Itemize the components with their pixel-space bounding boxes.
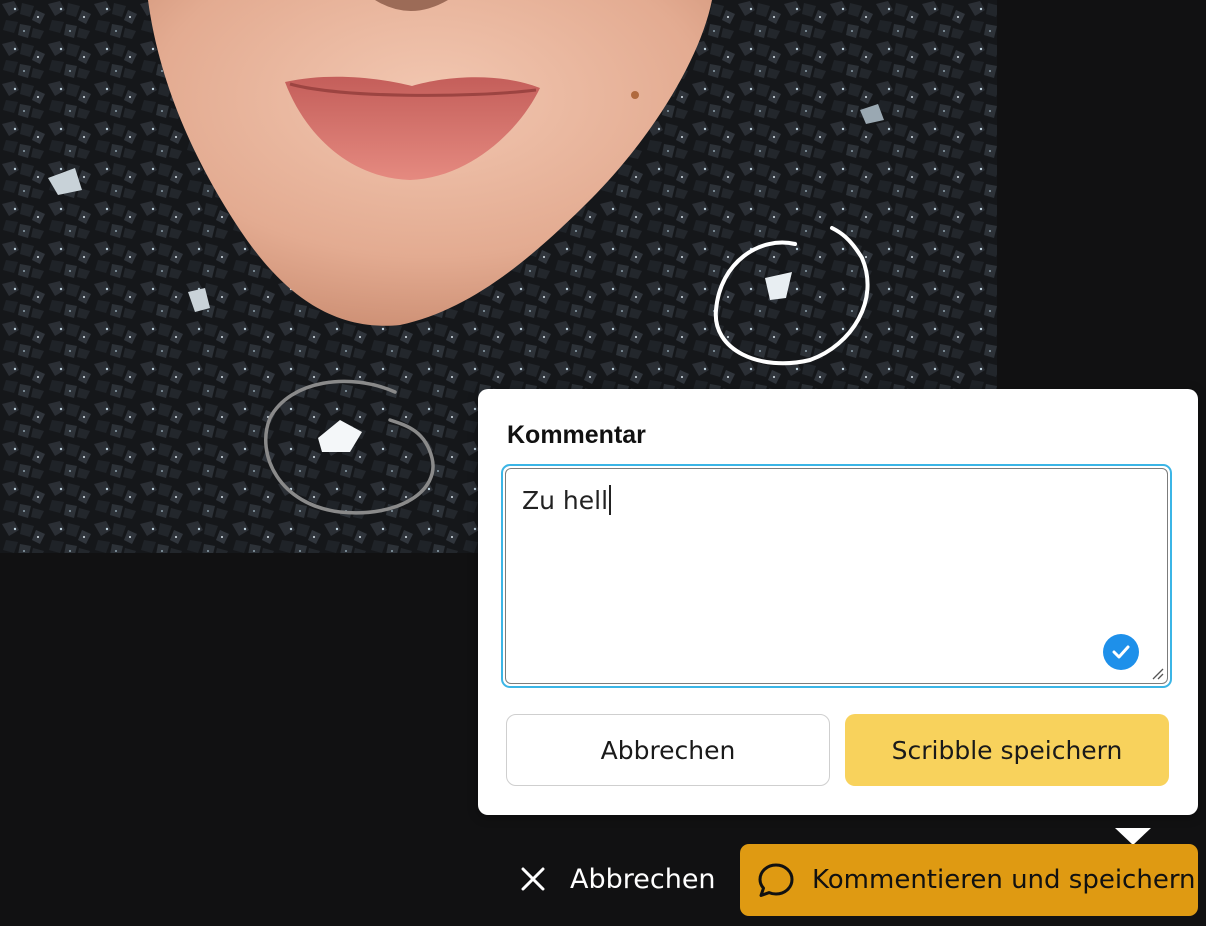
- popover-cancel-button[interactable]: Abbrechen: [506, 714, 830, 786]
- cancel-button[interactable]: Abbrechen: [518, 856, 716, 902]
- comment-field-focus-ring: Zu hell: [501, 464, 1172, 688]
- save-scribble-label: Scribble speichern: [891, 735, 1123, 765]
- cancel-label: Abbrechen: [570, 863, 716, 895]
- comment-popover: Kommentar Zu hell Abbrechen Scribble spe…: [478, 389, 1198, 815]
- speech-bubble-icon: [758, 863, 794, 897]
- popover-pointer: [1115, 828, 1151, 845]
- comment-text: Zu hell: [522, 486, 609, 515]
- comment-textarea[interactable]: Zu hell: [505, 468, 1168, 684]
- check-circle-icon: [1103, 634, 1139, 670]
- popover-title: Kommentar: [507, 421, 646, 449]
- save-scribble-button[interactable]: Scribble speichern: [845, 714, 1169, 786]
- popover-cancel-label: Abbrechen: [600, 735, 736, 765]
- close-icon: [521, 867, 545, 891]
- resize-grip-icon[interactable]: [1150, 666, 1164, 680]
- text-caret: [609, 485, 612, 515]
- comment-and-save-button[interactable]: Kommentieren und speichern: [740, 844, 1198, 916]
- comment-and-save-label: Kommentieren und speichern: [812, 865, 1196, 895]
